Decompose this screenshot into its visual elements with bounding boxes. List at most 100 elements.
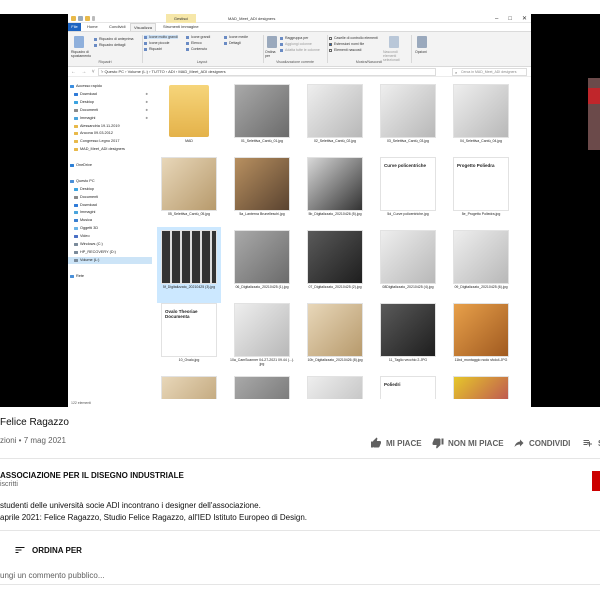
nav-item[interactable]: HP_RECOVERY (D:) [68, 249, 152, 256]
address-field[interactable]: › Questo PC › Volume (L:) › TUTTO › ADI … [98, 68, 436, 76]
channel-name[interactable]: ASSOCIAZIONE PER IL DISEGNO INDUSTRIALE [0, 471, 184, 480]
nav-item[interactable]: Questo PC [68, 178, 152, 185]
video-player[interactable]: Gestisci MAD_Meet_ADI designers – □ ✕ Fi… [0, 0, 600, 407]
dislike-button[interactable]: NON MI PIACE [432, 436, 504, 450]
qat-dropdown-icon[interactable] [92, 16, 95, 21]
nav-item[interactable]: Download ✱ [68, 91, 152, 98]
like-button[interactable]: MI PIACE [370, 436, 422, 450]
image-thumbnail [381, 85, 435, 137]
layout-riquadri[interactable]: Riquadri [144, 47, 162, 51]
file-item[interactable] [157, 373, 221, 399]
file-item[interactable]: 03_Selettiva_Cantù_03.jpg [376, 81, 440, 157]
nav-item[interactable]: Oggetti 3D [68, 225, 152, 232]
file-item[interactable]: 10b_Digitalizzato_20210426 (8).jpg [303, 300, 367, 376]
file-item[interactable]: 05_Selettiva_Cantù_05.jpg [157, 154, 221, 230]
navigation-pane-icon[interactable] [74, 36, 84, 48]
file-item[interactable]: 09_Digitalizzato_20210425 (6).jpg [449, 227, 513, 303]
nav-item[interactable]: Desktop ✱ [68, 99, 152, 106]
tab-condividi[interactable]: Condividi [106, 23, 128, 31]
add-columns-button[interactable]: Aggiungi colonne [280, 42, 312, 46]
nav-item[interactable]: OneDrive [68, 162, 152, 169]
fit-columns-button[interactable]: Adatta tutte le colonne [280, 48, 320, 52]
options-button[interactable]: Opzioni [415, 50, 427, 54]
nav-item[interactable]: Alessandria 19.11.2019 [68, 123, 152, 130]
share-arrow-icon [514, 439, 524, 447]
tab-strumenti-immagine[interactable]: Strumenti immagine [160, 23, 202, 31]
layout-icone-molto-grandi[interactable]: Icone molto grandi [144, 35, 178, 39]
file-item[interactable]: 11_Taglio vecchio 2.JPG [376, 300, 440, 376]
file-item[interactable]: 5b_Digitalizzato_20210426 (5).jpg [303, 154, 367, 230]
folder-item[interactable]: MAD [157, 81, 221, 157]
file-extensions-toggle[interactable]: Estensioni nomi file [329, 42, 364, 46]
file-item[interactable]: 06_Digitalizzato_20210425 (1).jpg [230, 227, 294, 303]
file-item[interactable]: 01_Selettiva_Cantù_01.jpg [230, 81, 294, 157]
comment-input[interactable]: ungi un commento pubblico... [0, 571, 105, 580]
tab-visualizza[interactable]: Visualizza [130, 23, 156, 31]
navigation-pane-button[interactable]: Riquadro di spostamento [71, 50, 93, 58]
subscribe-button[interactable] [592, 471, 600, 491]
ribbon-separator [327, 35, 328, 63]
nav-item[interactable]: Documenti ✱ [68, 107, 152, 114]
sort-by-icon[interactable] [267, 36, 277, 48]
nav-item[interactable]: Immagini ✱ [68, 115, 152, 122]
nav-item[interactable]: Documenti [68, 194, 152, 201]
hide-selected-icon[interactable] [389, 36, 399, 48]
nav-item[interactable]: MAD_Meet_ADI designers [68, 146, 152, 153]
nav-item[interactable]: Rete [68, 273, 152, 280]
hidden-items-toggle[interactable]: Elementi nascosti [329, 48, 361, 52]
document-thumbnail: Curve policentriche [381, 158, 435, 210]
file-item[interactable]: Curve policentriche 5d_Curve policentrich… [376, 154, 440, 230]
file-item[interactable]: 11bd_montaggio nodo sfolo4.JPG [449, 300, 513, 376]
sort-comments-button[interactable]: ORDINA PER [14, 544, 82, 556]
nav-item[interactable]: Congresso Legno 2017 [68, 138, 152, 145]
search-input[interactable]: ⌕ Cerca in MAD_Meet_ADI designers [452, 68, 527, 76]
file-item[interactable]: 5a_Lanterna Brunelleschi.jpg [230, 154, 294, 230]
nav-item[interactable]: Desktop [68, 186, 152, 193]
minimize-button[interactable]: – [495, 16, 498, 22]
layout-icone-grandi[interactable]: Icone grandi [186, 35, 210, 39]
preview-pane-button[interactable]: Riquadro di anteprima [94, 37, 133, 41]
maximize-button[interactable]: □ [508, 16, 512, 22]
file-item[interactable]: 08Digitalizzato_20210425 (4).jpg [376, 227, 440, 303]
new-folder-icon[interactable] [85, 16, 90, 21]
file-item[interactable]: 07_Digitalizzato_20210425 (2).jpg [303, 227, 367, 303]
nav-item[interactable]: Download [68, 202, 152, 209]
group-by-button[interactable]: Raggruppa per [280, 36, 308, 40]
nav-item[interactable]: Volume (L:) [68, 256, 152, 264]
sort-by-button[interactable]: Ordina per [265, 50, 279, 58]
nav-item[interactable]: Immagini [68, 209, 152, 216]
layout-dettagli[interactable]: Dettagli [224, 41, 241, 45]
nav-item[interactable]: Video [68, 233, 152, 240]
properties-icon[interactable] [78, 16, 83, 21]
file-item[interactable] [449, 373, 513, 399]
nav-item[interactable]: Ancona 09.03.2012 [68, 130, 152, 137]
file-item[interactable]: 04_Selettiva_Cantù_04.jpg [449, 81, 513, 157]
layout-contenuto[interactable]: Contenuto [186, 47, 207, 51]
folder-icon [74, 227, 78, 231]
context-tab-gestisci[interactable]: Gestisci [166, 14, 196, 23]
close-button[interactable]: ✕ [522, 15, 527, 22]
file-item[interactable]: Poliedri [376, 373, 440, 399]
item-checkboxes-toggle[interactable]: Caselle di controllo elementi [329, 36, 378, 40]
file-item[interactable]: Progetto Poliedra 5e_Progetto Poliedra.jp… [449, 154, 513, 230]
group-visualizzazione-corrente: Ordina per Raggruppa per Aggiungi colonn… [265, 34, 325, 64]
file-item[interactable] [230, 373, 294, 399]
options-icon[interactable] [417, 36, 427, 48]
details-pane-button[interactable]: Riquadro dettagli [94, 43, 125, 47]
save-button[interactable]: S [582, 436, 600, 450]
tab-file[interactable]: File [68, 23, 81, 31]
tab-home[interactable]: Home [84, 23, 101, 31]
nav-item[interactable]: Windows (C:) [68, 241, 152, 248]
file-item[interactable]: Ovalo Theoriae Documenta 10_Ovalo.jpg [157, 300, 221, 376]
share-button[interactable]: CONDIVIDI [513, 436, 570, 450]
nav-item[interactable]: Musica [68, 217, 152, 224]
layout-elenco[interactable]: Elenco [186, 41, 202, 45]
nav-item-label: Desktop [80, 99, 94, 104]
file-item[interactable]: 10a_CamScanner 04-27-2021 09.44 (...).jp… [230, 300, 294, 376]
layout-icone-medie[interactable]: Icone medie [224, 35, 248, 39]
layout-icone-piccole[interactable]: Icone piccole [144, 41, 169, 45]
file-item[interactable]: 02_Selettiva_Cantù_02.jpg [303, 81, 367, 157]
file-item[interactable]: 5f_Digitalizzato_20210425 (3).jpg [157, 227, 221, 303]
file-item[interactable] [303, 373, 367, 399]
nav-item[interactable]: Accesso rapido [68, 83, 152, 90]
